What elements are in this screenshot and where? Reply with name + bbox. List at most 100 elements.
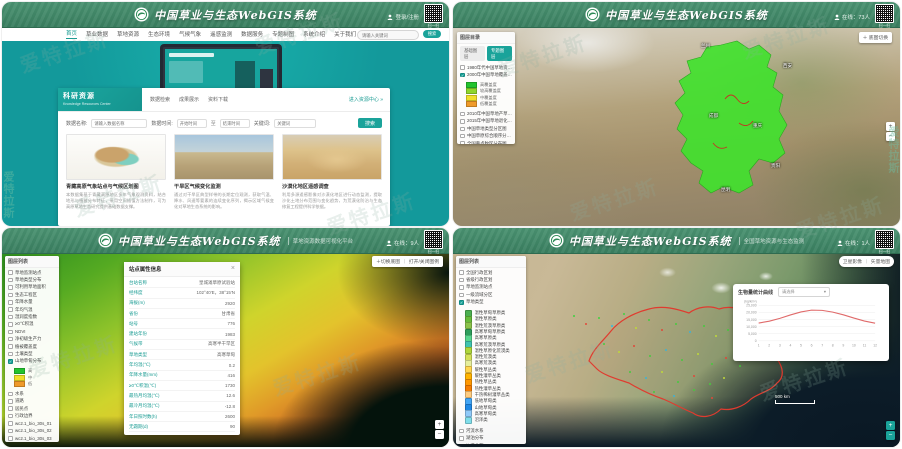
layer-checkbox[interactable] [8,421,13,426]
layer-checkbox[interactable] [8,392,13,397]
layer-checkbox[interactable] [459,293,464,298]
layer-checkbox[interactable] [459,270,464,275]
layer-row[interactable]: 草地监测站点 [459,284,523,291]
nav-search-button[interactable]: 搜索 [423,30,441,38]
layer-row[interactable]: 沙漠分布 [459,442,523,444]
nav-item[interactable]: 草业数据 [86,30,108,38]
layer-row[interactable]: 省级行政区划 [459,276,523,283]
layer-row[interactable]: 草地类型分布 [8,276,56,283]
layer-row[interactable]: 居民点 [8,405,56,412]
basemap-switch-button[interactable]: ＋ 底图切换 [859,32,892,43]
layer-checkbox[interactable] [459,436,464,441]
resource-tab[interactable]: 成果展示 [179,96,199,103]
layer-row[interactable]: NDVI [8,328,56,335]
layer-checkbox[interactable] [8,429,13,434]
resource-card[interactable]: 沙漠化地区遥感调查 利用多源遥感影像对沙漠化地区进行动态监测，提取沙化土地分布范… [282,134,382,222]
layer-checkbox[interactable] [8,293,13,298]
layer-row[interactable]: 水系 [8,390,56,397]
layer-checkbox[interactable] [8,300,13,305]
layer-row[interactable]: 湖泊分布 [459,435,523,442]
tab-thematic-layers[interactable]: 专题图层 [487,46,512,61]
layer-checkbox[interactable] [8,270,13,275]
zoom-in-button[interactable]: + [435,420,444,429]
layer-checkbox[interactable] [460,141,465,144]
layer-row[interactable]: 全国行政区划 [459,269,523,276]
satellite-map[interactable]: 兰州西安成都重庆贵阳昆明 [453,27,900,226]
nav-item[interactable]: 生态环境 [148,30,170,38]
zoom-in-button[interactable]: + [886,122,895,131]
layer-row[interactable]: 道路 [8,398,56,405]
layer-checkbox[interactable] [459,278,464,283]
layer-checkbox[interactable] [8,337,13,342]
layer-row[interactable]: 土壤类型 [8,350,56,357]
zoom-in-button[interactable]: + [886,421,895,430]
data-name-input[interactable] [91,119,147,128]
layer-row[interactable]: 净初级生产力 [8,336,56,343]
layer-row[interactable]: 2010年中国草地产草量分布图 [460,110,512,117]
layer-row[interactable]: 一级流域分区 [459,291,523,298]
nav-item[interactable]: 系统介绍 [303,30,325,38]
layer-checkbox[interactable] [460,134,465,139]
layer-row[interactable]: wc2.1_bio_30s_01 [8,420,56,427]
layer-checkbox[interactable] [8,330,13,335]
legend-toggle-button[interactable]: 打开/关闭图例 [409,260,439,265]
layer-row[interactable]: 植被覆盖度 [8,343,56,350]
layer-checkbox[interactable] [8,436,13,441]
layer-row[interactable]: 2015年中国草地退化程度图 [460,118,512,125]
end-date-input[interactable] [220,119,250,128]
layer-checkbox[interactable] [8,322,13,327]
satellite-view-button[interactable]: 卫星影像 [843,260,862,265]
layer-checkbox[interactable] [460,65,465,70]
close-icon[interactable]: × [231,266,235,272]
layer-checkbox[interactable] [460,73,465,78]
zoom-out-button[interactable]: − [435,430,444,439]
layer-checkbox[interactable] [8,285,13,290]
layer-checkbox[interactable] [460,112,465,117]
layer-row[interactable]: 2000年中国草地覆盖度分级图 [460,71,512,78]
layer-checkbox[interactable] [8,399,13,404]
layer-row[interactable]: 中国草原综合顺序分类图 [460,133,512,140]
layer-checkbox[interactable] [8,359,13,364]
resource-card[interactable]: 干旱区气候变化监测 通过对干旱区典型样带的长期定位观测，获取气温、降水、风速等要… [174,134,274,222]
layer-checkbox[interactable] [460,119,465,124]
layer-checkbox[interactable] [460,127,465,132]
layer-checkbox[interactable] [459,300,464,305]
nav-item[interactable]: 气候气象 [179,30,201,38]
layer-checkbox[interactable] [8,406,13,411]
nav-item[interactable]: 数据服务 [241,30,263,38]
layer-checkbox[interactable] [8,414,13,419]
nav-item[interactable]: 遥感监测 [210,30,232,38]
basemap-switch-button[interactable]: ＋切换底图 [376,260,400,265]
layer-row[interactable]: 河流水系 [459,427,523,434]
layer-row[interactable]: 年降水量 [8,299,56,306]
layer-checkbox[interactable] [8,315,13,320]
layer-checkbox[interactable] [459,429,464,434]
zoom-out-button[interactable]: − [886,132,895,141]
layer-row[interactable]: ≥0℃积温 [8,321,56,328]
login-link[interactable]: 登录/注册 [387,13,419,21]
layer-checkbox[interactable] [8,344,13,349]
layer-row[interactable]: 1980年代中国草地资源图 [460,64,512,71]
tab-base-layers[interactable]: 基础图层 [460,46,485,61]
layer-checkbox[interactable] [8,352,13,357]
layer-row[interactable]: 草地类型 [459,299,523,306]
zoom-out-button[interactable]: − [886,431,895,440]
chart-select-dropdown[interactable]: 请选择▾ [778,287,830,297]
resource-card[interactable]: 青藏高原气象站点与气候区划图 本数据集基于青藏高原地区多年气象观测资料，结合地形… [66,134,166,222]
layer-row[interactable]: wc2.1_bio_30s_02 [8,427,56,434]
resource-tab[interactable]: 资料下载 [208,96,228,103]
layer-row[interactable]: 山地草甸分布 [8,358,56,365]
layer-row[interactable]: 生态工程区 [8,291,56,298]
layer-row[interactable]: 年均气温 [8,306,56,313]
nav-item[interactable]: 首页 [66,29,77,39]
layer-row[interactable]: 全国重点牧区分布图 [460,140,512,144]
layer-row[interactable]: 草地监测站点 [8,269,56,276]
nav-item[interactable]: 专题制图 [272,30,294,38]
vector-view-button[interactable]: 矢量地图 [871,260,890,265]
layer-row[interactable]: 湿润度指数 [8,313,56,320]
layer-checkbox[interactable] [8,307,13,312]
resource-tab[interactable]: 数据检索 [150,96,170,103]
layer-row[interactable]: 可利用草地面积 [8,284,56,291]
start-date-input[interactable] [177,119,207,128]
search-submit-button[interactable]: 搜索 [358,118,382,128]
